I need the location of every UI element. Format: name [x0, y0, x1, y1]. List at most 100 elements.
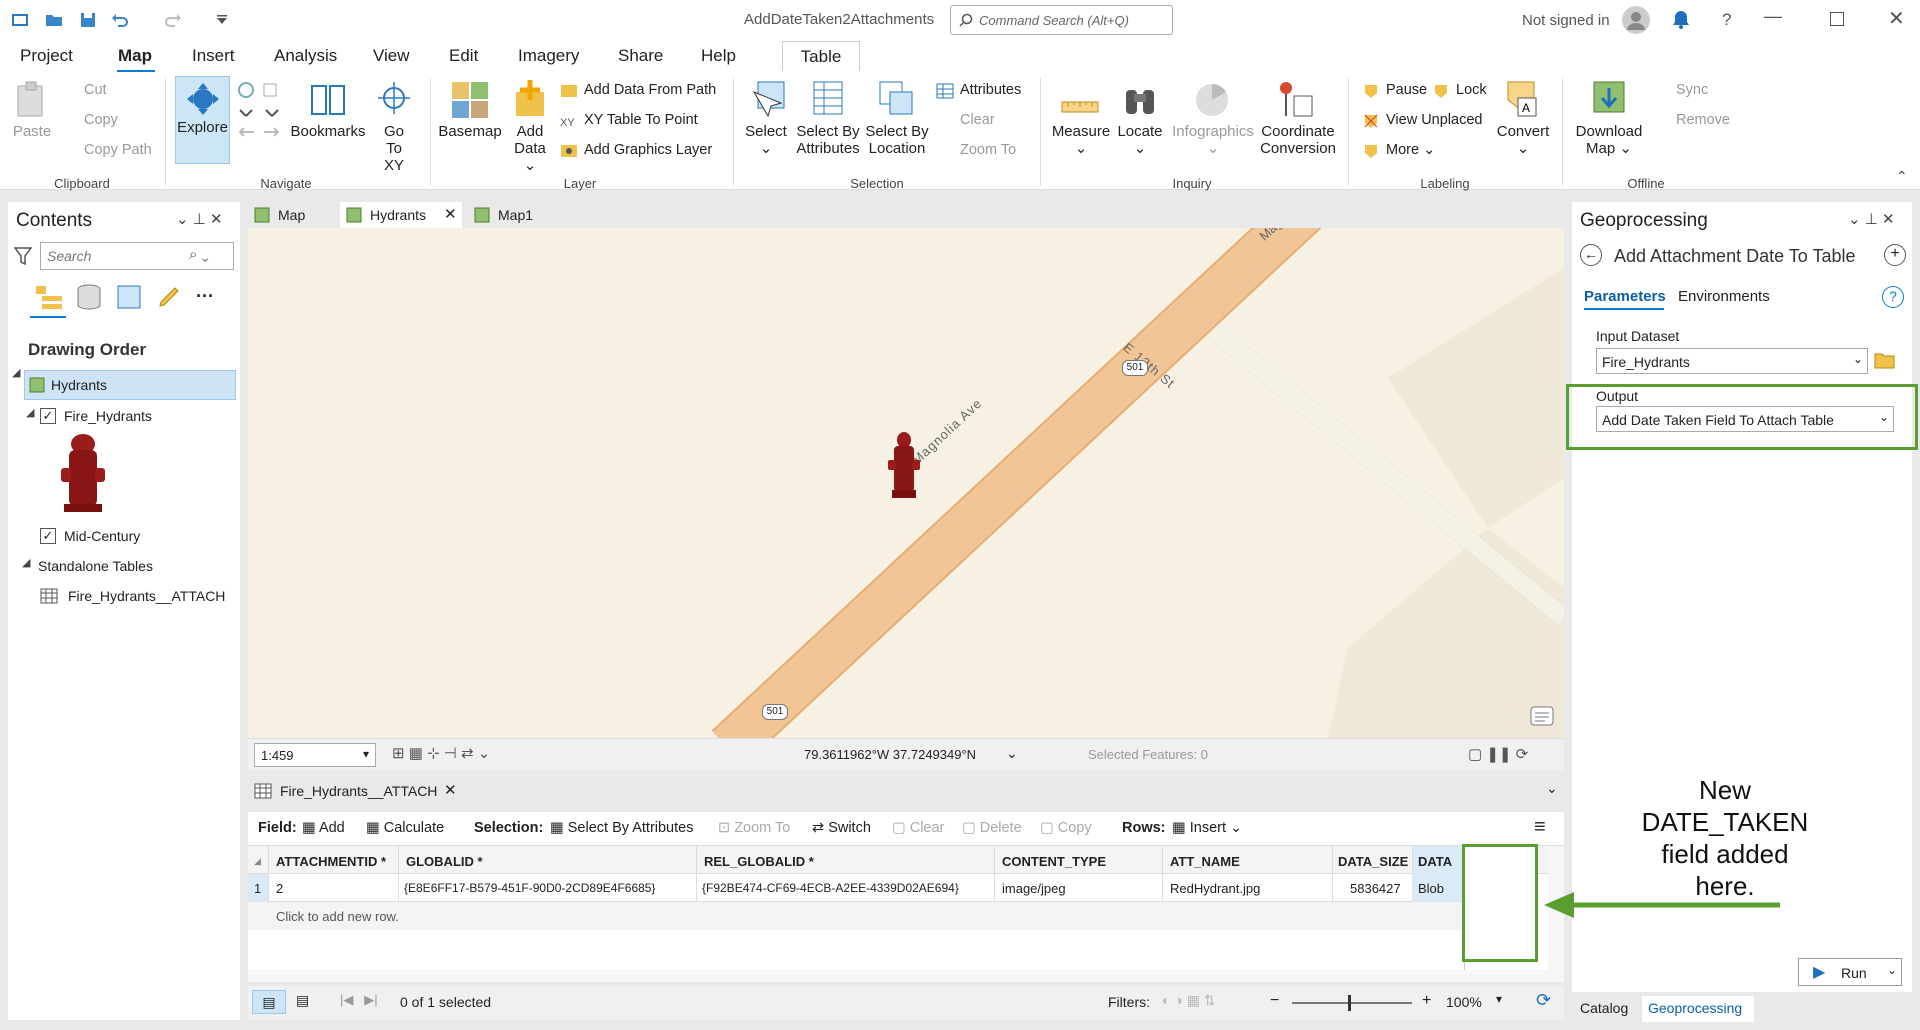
tab-hydrants-view[interactable]: Hydrants ✕	[340, 202, 462, 228]
search-icon[interactable]: ⌕ ⌄	[189, 246, 209, 263]
tab-table[interactable]: Table	[782, 41, 860, 71]
sign-in-status[interactable]: Not signed in	[1522, 12, 1610, 29]
tab-project[interactable]: Project	[20, 46, 73, 66]
tab-parameters[interactable]: Parameters	[1584, 288, 1666, 305]
avatar[interactable]	[1622, 6, 1650, 34]
select-button[interactable]: Select ⌄	[744, 123, 788, 157]
switch-selection-button[interactable]: ⇄ Switch	[812, 820, 871, 836]
command-search-input[interactable]: Command Search (Alt+Q)	[950, 5, 1173, 35]
more-labeling-button[interactable]: More ⌄	[1386, 142, 1435, 158]
horizontal-scrollbar[interactable]	[248, 970, 1548, 982]
column-header-attachmentid[interactable]: ATTACHMENTID *	[276, 854, 386, 869]
add-tool-icon[interactable]: +	[1884, 244, 1906, 266]
cell-attachmentid[interactable]: 2	[276, 881, 283, 896]
standalone-tables-heading[interactable]: Standalone Tables	[38, 558, 153, 574]
tab-list-chevron-icon[interactable]: ⌄	[1546, 780, 1558, 797]
tab-edit[interactable]: Edit	[449, 46, 478, 66]
browse-folder-icon[interactable]	[1874, 350, 1896, 370]
select-by-attributes-button[interactable]: Select By Attributes	[792, 123, 864, 157]
insert-row-button[interactable]: ▦ Insert ⌄	[1172, 820, 1242, 836]
tree-item-hydrants-map[interactable]: Hydrants	[24, 370, 236, 400]
copy-button[interactable]: Copy	[84, 112, 118, 128]
redo-icon[interactable]	[163, 10, 183, 30]
table-row[interactable]: 1 2 {E8E6FF17-B579-451F-90D0-2CD89E4F668…	[248, 874, 1464, 902]
column-header-globalid[interactable]: GLOBALID *	[406, 854, 483, 869]
pause-labeling-button[interactable]: Pause	[1386, 82, 1427, 98]
more-options-icon[interactable]: ···	[196, 286, 214, 307]
xy-table-to-point-button[interactable]: XY Table To Point	[584, 112, 698, 128]
table-fire-hydrants-attach[interactable]: Fire_Hydrants__ATTACH	[68, 588, 225, 604]
close-tab-icon[interactable]: ✕	[444, 205, 457, 223]
help-icon[interactable]: ?	[1722, 10, 1731, 30]
show-all-records-icon[interactable]: ▤	[252, 990, 286, 1014]
add-data-button[interactable]: Add Data ⌄	[508, 123, 552, 174]
open-folder-icon[interactable]	[44, 10, 64, 30]
paste-button[interactable]: Paste	[12, 123, 52, 140]
zoom-to-selection-button[interactable]: Zoom To	[960, 142, 1016, 158]
cell-data-size[interactable]: 5836427	[1350, 881, 1401, 896]
measure-button[interactable]: Measure ⌄	[1050, 123, 1112, 157]
selected-features-count[interactable]: Selected Features: 0	[1088, 747, 1208, 762]
run-button[interactable]: ▶ Run ⌄	[1798, 958, 1902, 986]
copy-rows-button[interactable]: ▢ Copy	[1040, 820, 1092, 836]
zoom-tools-icon[interactable]	[236, 80, 282, 140]
layer-visibility-checkbox[interactable]: ✓	[40, 408, 56, 424]
status-tools-icons[interactable]: ▢ ❚❚ ⟳	[1468, 745, 1528, 763]
select-by-location-button[interactable]: Select By Location	[862, 123, 932, 157]
column-header-content-type[interactable]: CONTENT_TYPE	[1002, 854, 1106, 869]
add-row-placeholder[interactable]: Click to add new row.	[248, 902, 1464, 930]
calculate-field-button[interactable]: ▦ Calculate	[366, 820, 444, 836]
cell-data[interactable]: Blob	[1418, 881, 1444, 896]
output-select[interactable]: Add Date Taken Field To Attach Table ⌄	[1596, 406, 1894, 432]
coordinate-conversion-button[interactable]: Coordinate Conversion	[1256, 123, 1340, 157]
tab-view[interactable]: View	[373, 46, 410, 66]
record-nav-icons[interactable]: |◀ ▶|	[340, 992, 378, 1008]
pane-options-icon[interactable]: ⌄ ⊥ ✕	[1848, 210, 1895, 228]
bookmarks-button[interactable]: Bookmarks	[290, 123, 366, 140]
coordinate-format-chevron-icon[interactable]: ⌄	[1006, 745, 1018, 762]
sync-button[interactable]: Sync	[1676, 82, 1708, 98]
cell-rel-globalid[interactable]: {F92BE474-CF69-4ECB-A2EE-4339D02AE694}	[702, 881, 959, 895]
map-tips-icon[interactable]	[1530, 706, 1554, 726]
explore-button[interactable]: Explore	[175, 76, 230, 164]
cut-button[interactable]: Cut	[84, 82, 107, 98]
copy-path-button[interactable]: Copy Path	[84, 142, 152, 158]
new-project-icon[interactable]	[10, 10, 30, 30]
refresh-icon[interactable]: ⟳	[1536, 990, 1551, 1011]
collapse-ribbon-icon[interactable]: ⌃	[1896, 168, 1908, 185]
close-tab-icon[interactable]: ✕	[444, 781, 457, 799]
delete-rows-button[interactable]: ▢ Delete	[962, 820, 1022, 836]
attributes-button[interactable]: Attributes	[960, 82, 1021, 98]
filter-icons[interactable]: ◐ ◑ ▦ ⇅	[1162, 992, 1216, 1009]
tab-insert[interactable]: Insert	[192, 46, 235, 66]
show-selected-records-icon[interactable]: ▤	[296, 992, 309, 1009]
zoom-percentage[interactable]: 100%	[1446, 994, 1482, 1010]
input-dataset-select[interactable]: Fire_Hydrants ⌄	[1596, 348, 1868, 374]
add-graphics-layer-button[interactable]: Add Graphics Layer	[584, 142, 712, 158]
locate-button[interactable]: Locate ⌄	[1114, 123, 1166, 157]
list-by-selection-icon[interactable]	[114, 282, 144, 312]
cell-att-name[interactable]: RedHydrant.jpg	[1170, 881, 1260, 896]
tab-analysis[interactable]: Analysis	[274, 46, 337, 66]
tab-catalog[interactable]: Catalog	[1580, 1000, 1628, 1016]
column-header-rel-globalid[interactable]: REL_GLOBALID *	[704, 854, 814, 869]
remove-button[interactable]: Remove	[1676, 112, 1730, 128]
tab-share[interactable]: Share	[618, 46, 663, 66]
class-visibility-checkbox[interactable]: ✓	[40, 528, 56, 544]
minimize-icon[interactable]: —	[1764, 6, 1782, 27]
tab-map-view[interactable]: Map	[248, 202, 334, 228]
scale-selector[interactable]: 1:459 ▾	[254, 743, 376, 767]
filter-icon[interactable]	[14, 246, 32, 266]
cell-content-type[interactable]: image/jpeg	[1002, 881, 1066, 896]
basemap-button[interactable]: Basemap	[436, 123, 504, 140]
column-header-data[interactable]: DATA	[1418, 854, 1452, 869]
customize-toolbar-icon[interactable]	[212, 10, 232, 30]
tab-help[interactable]: Help	[701, 46, 736, 66]
infographics-button[interactable]: Infographics ⌄	[1170, 123, 1256, 157]
tab-imagery[interactable]: Imagery	[518, 46, 579, 66]
table-menu-icon[interactable]: ≡	[1534, 816, 1546, 839]
go-to-xy-button[interactable]: Go To XY	[374, 123, 414, 174]
map-nav-tools-icons[interactable]: ⊞ ▦ ⊹ ⊣ ⇄ ⌄	[392, 744, 490, 762]
help-icon[interactable]: ?	[1882, 286, 1904, 308]
zoom-in-icon[interactable]: +	[1422, 992, 1431, 1010]
